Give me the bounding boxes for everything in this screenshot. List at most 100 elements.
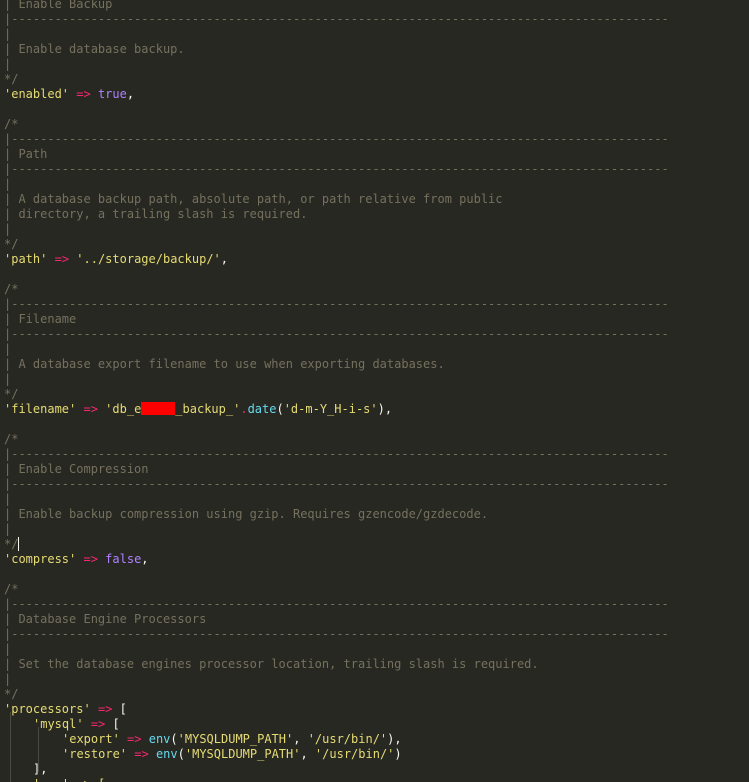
- config-key: 'enabled': [4, 87, 70, 101]
- arrow-operator: =>: [76, 87, 91, 101]
- comment-rule-text: |---------------------------------------…: [4, 132, 669, 146]
- comment-title-line: | Enable Compression: [4, 462, 149, 477]
- comment-bar: |: [4, 177, 11, 192]
- section-description: | A database backup path, absolute path,…: [4, 192, 503, 206]
- config-line: 'path' => '../storage/backup/',: [4, 252, 228, 267]
- comment-bar: |: [4, 642, 11, 657]
- comment-close: */: [4, 537, 20, 552]
- function-name: date: [247, 402, 277, 416]
- comment-rule-text: |---------------------------------------…: [4, 597, 669, 611]
- comment-rule-text: |---------------------------------------…: [4, 627, 669, 641]
- paren: (: [170, 732, 178, 746]
- comment-rule-text: |---------------------------------------…: [4, 447, 669, 461]
- comment-close-text: */: [4, 687, 19, 701]
- processor-key: 'export': [62, 732, 120, 746]
- comment-rule-text: |---------------------------------------…: [4, 297, 669, 311]
- arrow-operator: =>: [97, 702, 113, 716]
- arrow-operator: =>: [127, 732, 142, 746]
- comment-title-line: | Filename: [4, 312, 76, 327]
- mysql-key: 'mysql': [33, 717, 84, 731]
- processor-entry: 'restore' => env('MYSQLDUMP_PATH', '/usr…: [62, 747, 402, 762]
- section-title: | Filename: [4, 312, 77, 326]
- comment-description-line: | Enable backup compression using gzip. …: [4, 507, 488, 522]
- comment-close-text: */: [4, 387, 19, 401]
- comment-close: */: [4, 237, 18, 252]
- comment-description-line: | A database export filename to use when…: [4, 357, 445, 372]
- processor-entry: 'export' => env('MYSQLDUMP_PATH', '/usr/…: [62, 732, 402, 747]
- section-description: | directory, a trailing slash is require…: [4, 207, 308, 221]
- comma: ,: [300, 747, 315, 761]
- comment-rule-text: |---------------------------------------…: [4, 477, 669, 491]
- paren: ): [394, 747, 402, 761]
- section-title: | Database Engine Processors: [4, 612, 207, 626]
- config-key: 'filename': [4, 402, 77, 416]
- comment-close-text: */: [4, 237, 19, 251]
- comment-bar-text: |: [4, 642, 12, 656]
- env-var-name: 'MYSQLDUMP_PATH': [177, 732, 294, 746]
- arrow-operator: =>: [83, 552, 98, 566]
- comment-description-line: | A database backup path, absolute path,…: [4, 192, 503, 207]
- comment-title-line: | Database Engine Processors: [4, 612, 206, 627]
- arrow-operator: =>: [90, 717, 106, 731]
- paren: ): [377, 402, 385, 416]
- comma: ,: [141, 552, 149, 566]
- comment-close: */: [4, 687, 18, 702]
- comment-rule: |---------------------------------------…: [4, 132, 669, 147]
- comment-bar-text: |: [4, 222, 12, 236]
- bracket-close-line: ],: [33, 762, 47, 777]
- indent-guide: [10, 712, 11, 782]
- config-value: true: [97, 87, 127, 101]
- comment-rule: |---------------------------------------…: [4, 297, 669, 312]
- comment-bar: |: [4, 57, 11, 72]
- mysql-line: 'mysql' => [: [33, 717, 120, 732]
- default-path: '/usr/bin/': [307, 732, 388, 746]
- comment-title-line: | Path: [4, 147, 47, 162]
- comment-rule-text: |---------------------------------------…: [4, 162, 669, 176]
- filename-string-start: 'db_e: [105, 402, 142, 416]
- env-function: env: [155, 747, 178, 761]
- comment-close-text: */: [4, 537, 19, 551]
- comment-rule-text: |---------------------------------------…: [4, 327, 669, 341]
- comment-description-line: | Set the database engines processor loc…: [4, 657, 539, 672]
- comment-open: /*: [4, 582, 19, 596]
- paren: ),: [387, 732, 402, 746]
- comment-close-text: */: [4, 72, 19, 86]
- paren: (: [276, 402, 284, 416]
- comma: ,: [126, 87, 135, 101]
- arrow-operator: =>: [134, 747, 149, 761]
- comma: ,: [220, 252, 229, 266]
- text-cursor: [18, 537, 20, 551]
- function-argument: 'd-m-Y_H-i-s': [283, 402, 378, 416]
- section-description: | Enable backup compression using gzip. …: [4, 507, 489, 521]
- comment-bar: |: [4, 522, 11, 537]
- comment-rule: |---------------------------------------…: [4, 477, 669, 492]
- section-description: | Enable database backup.: [4, 42, 185, 56]
- config-key: 'compress': [4, 552, 77, 566]
- comment-rule: |---------------------------------------…: [4, 12, 669, 27]
- env-var-name: 'MYSQLDUMP_PATH': [184, 747, 301, 761]
- config-value: false: [105, 552, 142, 566]
- comma: ,: [293, 732, 308, 746]
- comment-bar: |: [4, 342, 11, 357]
- concat-operator: .: [240, 402, 248, 416]
- default-path: '/usr/bin/': [314, 747, 395, 761]
- config-key: 'path': [4, 252, 48, 266]
- comment-bar-text: |: [4, 177, 12, 191]
- section-title: | Path: [4, 147, 48, 161]
- comment-open: /*: [4, 117, 19, 131]
- comment-description-line: | Enable database backup.: [4, 42, 185, 57]
- filename-string-end: _backup_': [175, 402, 241, 416]
- comment-rule: |---------------------------------------…: [4, 627, 669, 642]
- config-line: 'enabled' => true,: [4, 87, 134, 102]
- redaction-box: [141, 402, 176, 415]
- processor-key: 'restore': [62, 747, 128, 761]
- comment-bar-text: |: [4, 57, 12, 71]
- code-editor[interactable]: | Enable Backup |------------------------…: [0, 0, 749, 782]
- comment-bar-text: |: [4, 492, 12, 506]
